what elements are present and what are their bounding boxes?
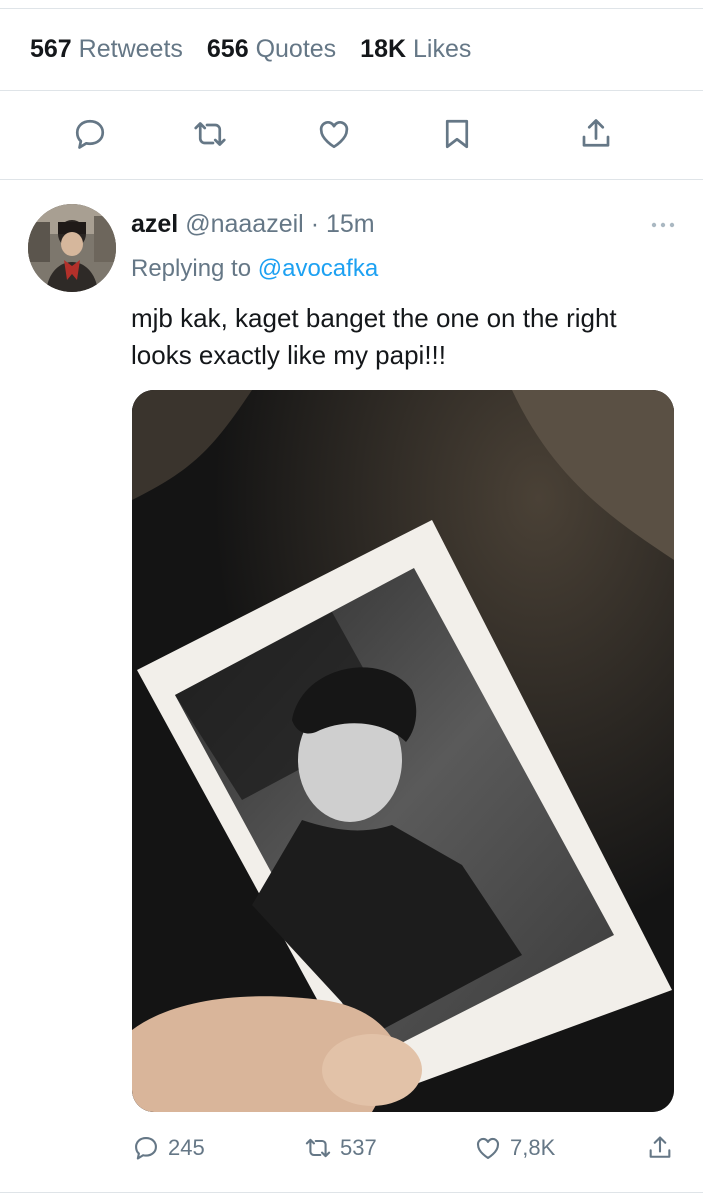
share-icon (582, 119, 610, 147)
retweet-button[interactable] (188, 112, 232, 156)
tweet-like-button[interactable]: 7,8K (474, 1128, 555, 1168)
likes-count: 18K (360, 35, 407, 63)
retweet-icon (305, 1138, 331, 1158)
retweet-count: 537 (340, 1135, 377, 1160)
reply-icon (75, 119, 105, 149)
main-action-bar (0, 112, 703, 158)
reply-button[interactable] (68, 112, 112, 156)
tweet-reply-button[interactable]: 245 (132, 1128, 205, 1168)
avatar-image (28, 204, 116, 292)
like-count: 7,8K (510, 1135, 556, 1160)
bookmark-icon (445, 119, 469, 149)
retweets-stat[interactable]: 567 Retweets (30, 35, 183, 64)
quotes-count: 656 (206, 35, 249, 63)
tweet-photo[interactable] (132, 390, 674, 1112)
share-button[interactable] (574, 112, 618, 156)
avatar[interactable] (28, 204, 116, 292)
retweets-count: 567 (30, 35, 72, 63)
like-button[interactable] (312, 112, 356, 156)
bottom-divider (0, 1192, 703, 1193)
tweet-text: mjb kak, kaget banget the one on the rig… (131, 303, 617, 370)
quotes-stat[interactable]: 656 Quotes (207, 35, 336, 64)
likes-label: Likes (413, 35, 472, 63)
display-name[interactable]: azel (131, 210, 178, 238)
retweets-label: Retweets (78, 35, 183, 63)
actions-divider (0, 179, 703, 180)
reply-count: 245 (168, 1135, 205, 1160)
quotes-label: Quotes (255, 35, 337, 63)
tweet-action-bar: 245 537 7,8K (0, 1128, 703, 1168)
engagement-stats: 567 Retweets 656 Quotes 18K Likes (30, 35, 471, 64)
retweet-icon (194, 122, 226, 146)
top-divider (0, 8, 703, 9)
polaroid-photo-image (132, 390, 674, 1112)
user-handle[interactable]: @naaazeil (185, 210, 304, 238)
tweet-share-button[interactable] (646, 1128, 674, 1168)
more-icon (651, 222, 675, 228)
replying-to-mention[interactable]: @avocafka (258, 255, 378, 282)
meta-separator: · (310, 210, 320, 238)
replying-to-line: Replying to @avocafka (131, 255, 378, 283)
more-options-button[interactable] (648, 215, 678, 235)
tweet-header: azel @naaazeil · 15m (131, 210, 375, 239)
share-icon (649, 1136, 671, 1158)
like-icon (319, 121, 349, 149)
tweet-retweet-button[interactable]: 537 (304, 1128, 377, 1168)
tweet-time[interactable]: 15m (326, 210, 375, 238)
bookmark-button[interactable] (435, 112, 479, 156)
replying-to-label: Replying to (131, 255, 252, 282)
likes-stat[interactable]: 18K Likes (360, 35, 471, 64)
stats-divider (0, 90, 703, 91)
reply-icon (135, 1137, 157, 1160)
like-icon (477, 1137, 499, 1159)
